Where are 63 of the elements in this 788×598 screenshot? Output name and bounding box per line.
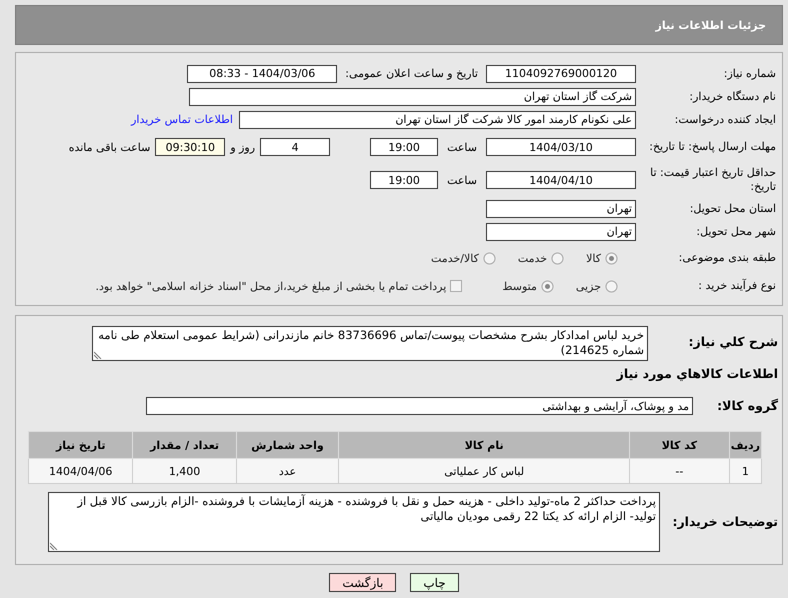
time-label: ساعت [447,174,477,186]
radio-label: جزیی [576,280,601,292]
radio-label: متوسط [502,280,537,292]
field-label: تاریخ و ساعت اعلان عمومی: [345,67,478,80]
field-label: ایجاد کننده درخواست: [674,112,777,126]
table-cell: 1,400 [132,458,236,484]
field-label: شرح کلي نیاز: [688,333,779,350]
description-text: خرید لباس امدادکار بشرح مشخصات پیوست/تماس 83736696 خانم مازندرانی (شرایط عمومی استعلام طی نامه شماره 214625) [98,328,644,357]
announce-date-field: 1404/03/06 - 08:33 [187,64,338,82]
column-header: کد کالا [630,432,730,458]
radio-button[interactable] [551,252,564,264]
table-cell: عدد [236,458,339,484]
city-field: تهران [486,222,636,240]
print-button[interactable]: چاپ [410,573,459,592]
remaining-time-field: 09:30:10 [155,138,226,156]
column-header: نام کالا [338,432,630,458]
radio-button[interactable] [540,280,554,292]
buyer-contact-link[interactable]: اطلاعات تماس خریدار [131,113,233,126]
field-label: استان محل تحویل: [688,202,777,216]
resize-grip-icon[interactable] [50,542,58,550]
field-label: شهر محل تحویل: [695,224,777,238]
table-cell: 1 [729,458,762,484]
date-field: 1404/03/10 [486,138,636,156]
date-field: 1404/04/10 [486,171,636,189]
field-label: نام دستگاه خریدار: [688,90,777,104]
buyer-org-field: شرکت گاز استان تهران [189,88,636,106]
radio-button[interactable] [482,252,496,264]
creator-field: علی نکونام کارمند امور کالا شرکت گاز استان تهران [239,110,636,128]
checkbox-label: پرداخت تمام یا بخشی از مبلغ خرید،از محل "اسناد خزانه اسلامی" خواهد بود. [96,280,446,292]
field-label: گروه کالا: [716,398,779,414]
table-cell: 1404/04/06 [28,458,133,484]
field-label: شماره نیاز: [722,66,777,80]
column-header: ردیف [729,432,762,458]
buyer-notes-text: پرداخت حداکثر 2 ماه-تولید داخلی - هزینه حمل و نقل با فروشنده - هزینه آزمایشات با فروشنده -الزام بازرسی کالا قبل از تولید- الزام ارائه کد یکتا 22 رقمی مودیان مالیاتی [77,494,656,523]
field-label: توضیحات خریدار: [671,514,779,530]
time-field: 19:00 [370,138,438,156]
radio-label: خدمت [518,252,548,264]
goods-group-field: مد و پوشاک، آرایشی و بهداشتی [146,397,693,415]
radio-label: کالا/خدمت [431,252,479,264]
need-number-field: 1104092769000120 [486,64,636,82]
field-label: نوع فرآیند خرید : [697,279,777,293]
days-field: 4 [260,138,330,156]
days-label: روز و [230,140,256,154]
remaining-label: ساعت باقی مانده [68,140,150,154]
field-label: مهلت ارسال پاسخ: تا تاریخ: [648,140,777,154]
field-label: حداقل تاریخ اعتبار قیمت: تا تاریخ: [649,166,777,194]
radio-button[interactable] [605,252,618,264]
column-header: واحد شمارش [236,432,339,458]
table-cell: -- [630,458,730,484]
province-field: تهران [486,200,636,218]
page-title: جزئیات اطلاعات نیاز [15,5,783,45]
section-heading: اطلاعات کالاهاي مورد نیاز [615,366,779,382]
resize-grip-icon[interactable] [94,351,102,359]
radio-button[interactable] [605,280,618,292]
field-label: طبقه بندی موضوعی: [678,251,777,265]
checkbox[interactable] [450,280,462,292]
radio-label: کالا [586,252,601,264]
column-header: تعداد / مقدار [132,432,236,458]
back-button[interactable]: بازگشت [329,573,396,592]
time-field: 19:00 [370,171,438,189]
column-header: تاریخ نیاز [28,432,133,458]
time-label: ساعت [447,140,477,154]
table-cell: لباس کار عملیاتی [338,458,630,484]
